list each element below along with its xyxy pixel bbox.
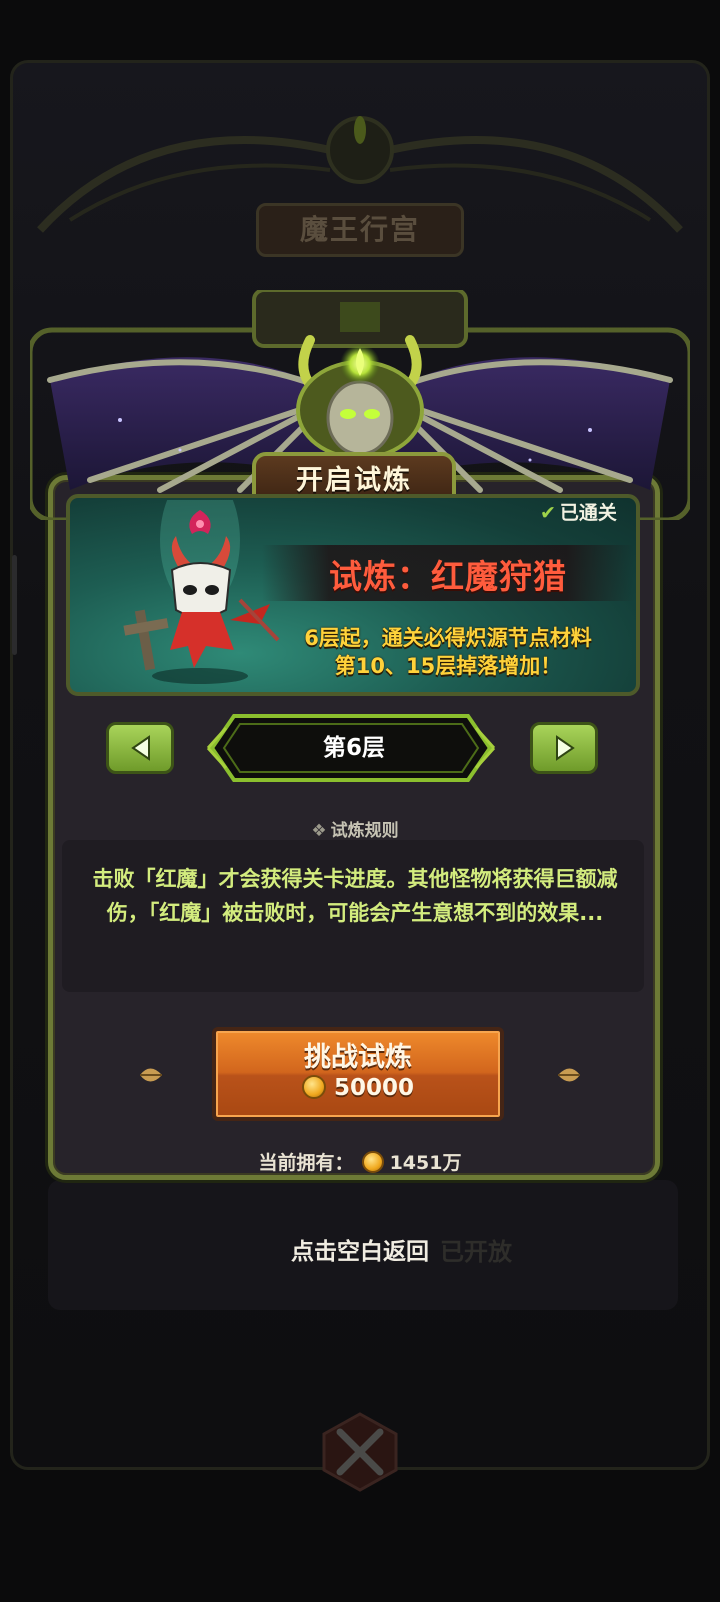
cleared-label: 已通关 xyxy=(559,502,617,524)
gold-coin-icon xyxy=(301,1075,326,1099)
challenge-cost[interactable]: 50000 xyxy=(212,1075,504,1101)
owned-label: 当前拥有： xyxy=(258,1152,354,1174)
owned-amount: 1451万 xyxy=(389,1152,462,1174)
prev-floor-button[interactable] xyxy=(106,722,174,774)
leaf-ornament-left-icon xyxy=(140,1068,162,1082)
challenge-cost-value: 50000 xyxy=(333,1075,415,1101)
background-title: 魔王行宫 xyxy=(256,203,464,257)
rules-title-label: 试炼规则 xyxy=(330,821,399,841)
scroll-indicator xyxy=(12,555,17,655)
cleared-badge: ✔ 已通关 xyxy=(540,498,617,525)
rules-text: 击败「红魔」才会获得关卡进度。其他怪物将获得巨额减伤，「红魔」被击败时，可能会产… xyxy=(92,867,618,925)
gold-coin-icon xyxy=(361,1151,384,1173)
check-icon: ✔ xyxy=(540,502,556,524)
floor-label: 第6层 xyxy=(322,735,385,761)
tap-blank-to-return-hint[interactable]: 点击空白返回 xyxy=(200,1232,520,1266)
next-floor-button[interactable] xyxy=(530,722,598,774)
diamond-icon: ❖ xyxy=(311,821,327,841)
leaf-ornament-right-icon xyxy=(558,1068,580,1082)
arrow-right-icon xyxy=(556,735,575,761)
background-crossed-swords-icon xyxy=(322,1412,398,1492)
trial-description-line2: 第10、15层掉落增加！ xyxy=(334,654,562,678)
trial-description-line1: 6层起，通关必得炽源节点材料 xyxy=(304,626,592,650)
challenge-button-label[interactable]: 挑战试炼 xyxy=(212,1035,504,1074)
arrow-left-icon xyxy=(131,735,150,761)
rules-title: ❖ 试炼规则 xyxy=(260,816,450,841)
owned-currency: 当前拥有： 1451万 xyxy=(180,1148,540,1175)
trial-name: 试炼：红魔狩猎 xyxy=(329,557,567,596)
